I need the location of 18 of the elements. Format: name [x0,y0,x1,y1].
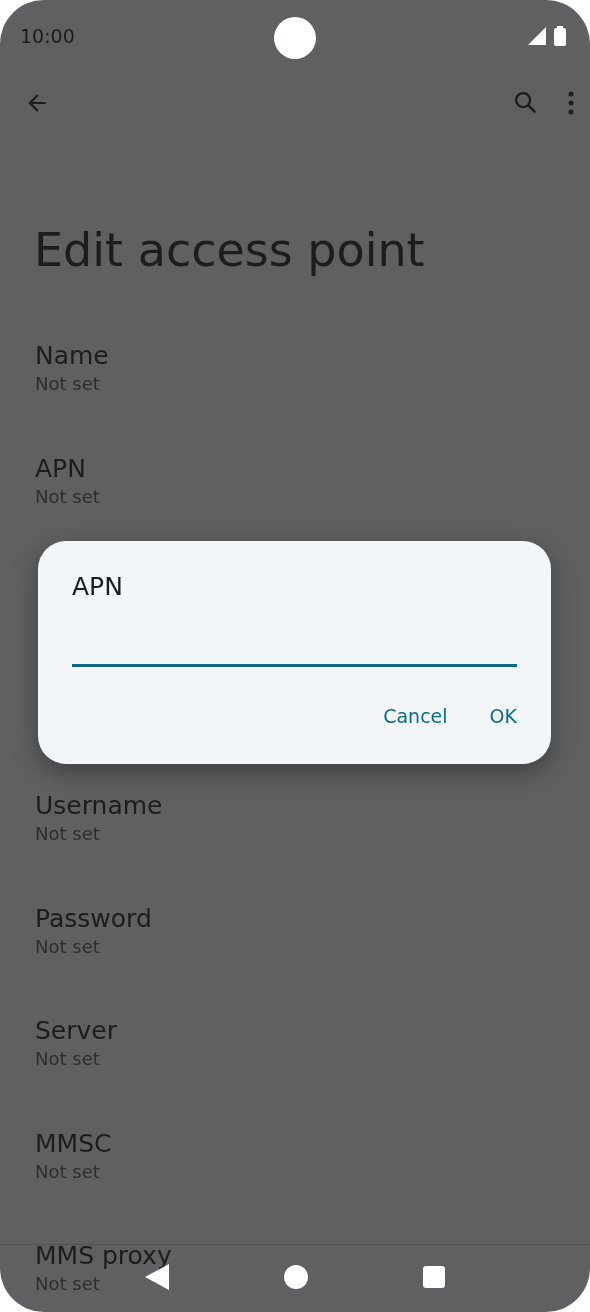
setting-title: APN [35,452,86,485]
page-title: Edit access point [34,222,426,278]
setting-title: Username [35,790,163,822]
signal-icon [528,27,546,45]
recents-icon[interactable] [422,1265,445,1288]
home-icon[interactable] [284,1264,308,1289]
dialog-button[interactable]: Cancel [369,697,462,735]
setting-title: Server [35,1015,117,1047]
status-time: 10:00 [20,25,75,47]
more-options-icon[interactable] [568,91,574,115]
battery-icon [554,26,566,46]
setting-title: MMS proxy [35,1240,172,1272]
setting-title: Password [35,902,152,935]
camera-cutout [274,17,316,59]
setting-title: Name [35,340,109,372]
dialog-title: APN [72,571,124,603]
setting-title: MMSC [35,1127,112,1160]
dialog-button[interactable]: OK [475,697,531,735]
